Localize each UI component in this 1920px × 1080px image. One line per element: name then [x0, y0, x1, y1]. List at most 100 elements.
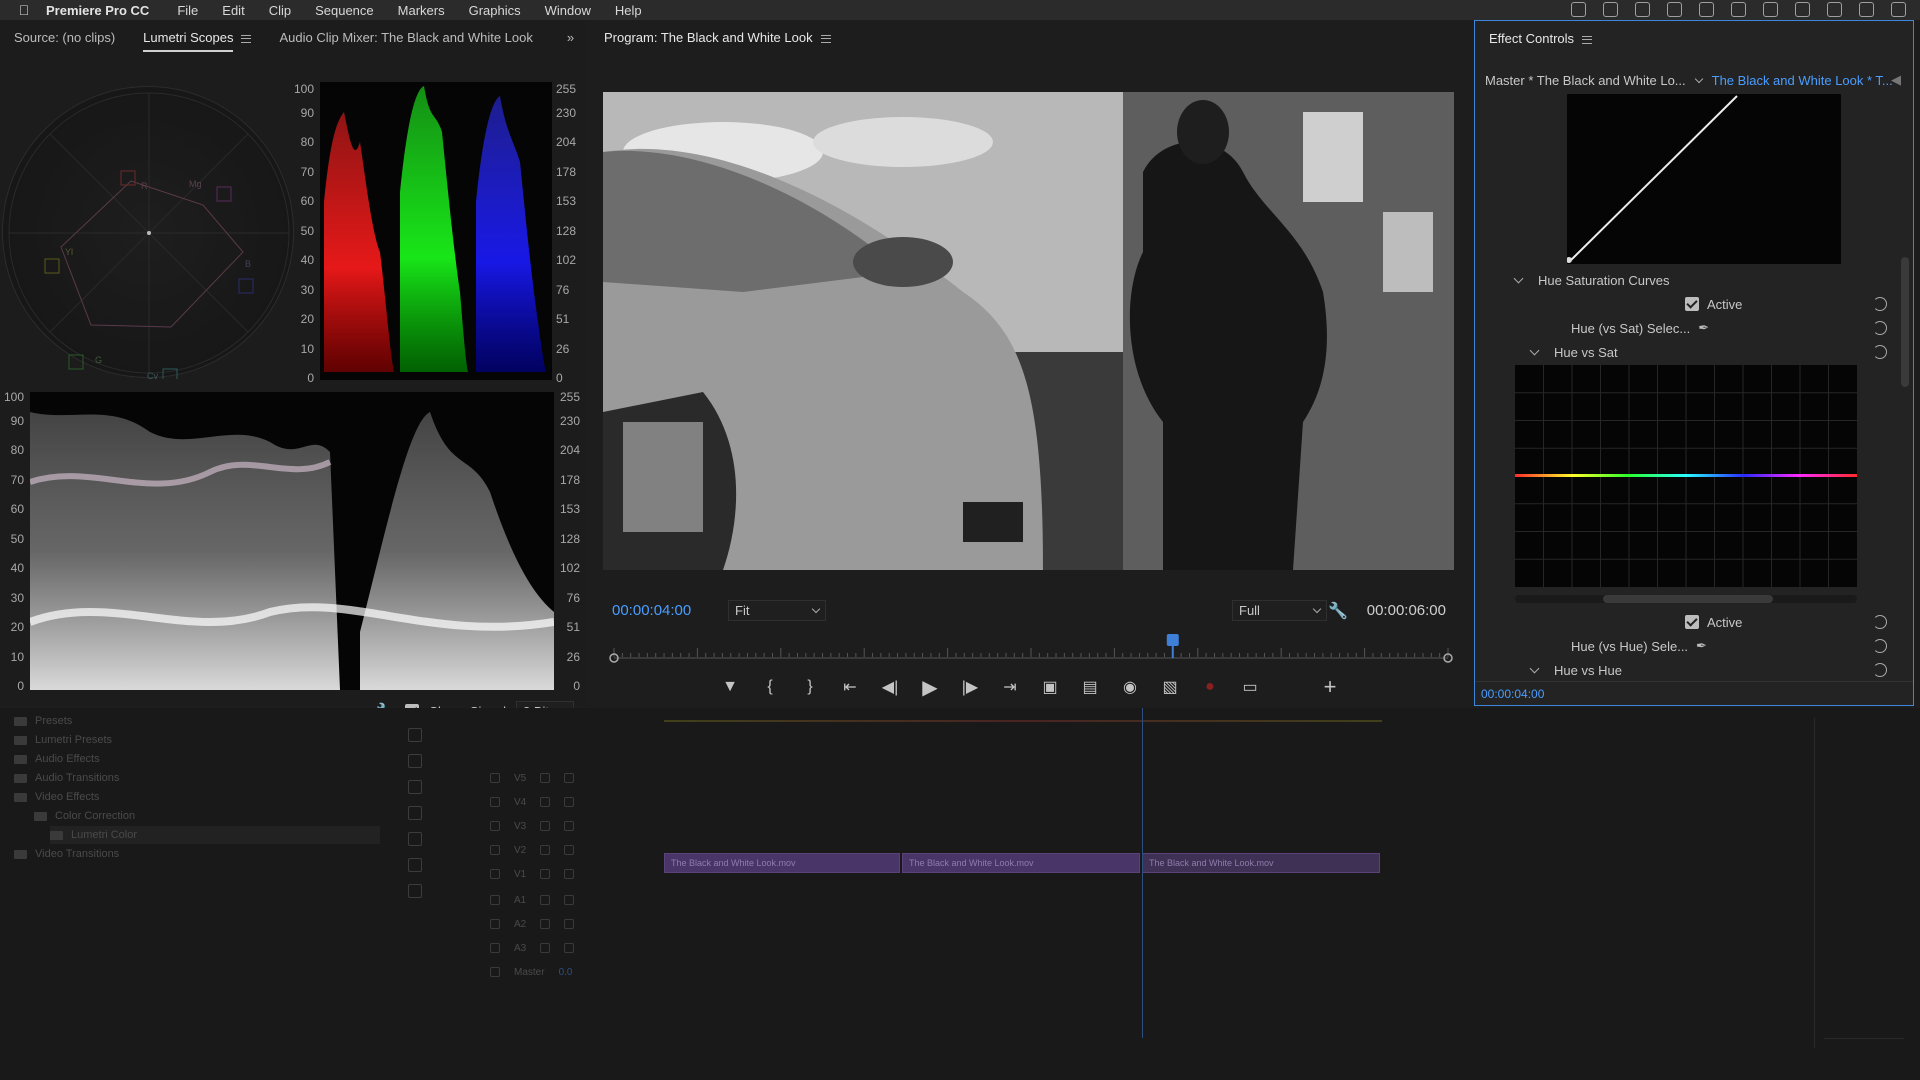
cloud-icon[interactable]	[1699, 2, 1714, 17]
lock-icon[interactable]	[490, 895, 500, 905]
eyedropper-icon[interactable]: ✒	[1696, 638, 1707, 654]
play-icon[interactable]: ▶	[910, 672, 950, 702]
reset-icon[interactable]	[1873, 639, 1887, 653]
track-header[interactable]: V3	[440, 816, 660, 836]
playhead-marker[interactable]	[1166, 634, 1179, 658]
chevron-down-icon[interactable]	[1694, 74, 1703, 83]
reset-icon[interactable]	[1873, 345, 1887, 359]
eye-icon[interactable]	[564, 797, 575, 807]
current-timecode[interactable]: 00:00:04:00	[612, 602, 691, 619]
sync-icon[interactable]	[540, 797, 551, 807]
eye-icon[interactable]	[564, 845, 575, 855]
reset-icon[interactable]	[1873, 321, 1887, 335]
step-forward-icon[interactable]: |▶	[950, 672, 990, 702]
active-checkbox-1[interactable]	[1685, 297, 1699, 311]
airplay-icon[interactable]	[1795, 2, 1810, 17]
list-item[interactable]: Video Effects	[14, 788, 99, 806]
track-header[interactable]: V1	[440, 864, 660, 884]
clip-label[interactable]: The Black and White Look * T...	[1712, 73, 1893, 88]
panel-menu-icon[interactable]	[820, 34, 831, 43]
eye-icon[interactable]	[564, 869, 575, 879]
wifi-icon[interactable]	[1763, 2, 1778, 17]
creative-cloud-icon[interactable]	[1603, 2, 1618, 17]
slip-icon[interactable]	[408, 806, 422, 820]
list-item[interactable]: Color Correction	[34, 807, 135, 825]
safe-margins-icon[interactable]: ▭	[1230, 672, 1270, 702]
menu-help[interactable]: Help	[615, 3, 642, 18]
add-button-icon[interactable]: +	[1310, 672, 1350, 702]
program-ruler[interactable]	[608, 632, 1454, 668]
collapse-icon[interactable]: ◀	[1891, 72, 1901, 88]
track-select-icon[interactable]	[408, 728, 422, 742]
lock-icon[interactable]	[490, 919, 500, 929]
mute-icon[interactable]	[540, 943, 551, 953]
record-icon[interactable]: ●	[1190, 672, 1230, 702]
mute-icon[interactable]	[540, 919, 551, 929]
timeline-playhead[interactable]	[1142, 708, 1143, 1038]
tab-program[interactable]: Program: The Black and White Look	[590, 20, 845, 56]
hue-vs-sat-row[interactable]: Hue vs Sat	[1475, 341, 1913, 363]
list-item[interactable]: Lumetri Presets	[14, 731, 112, 749]
camera-icon[interactable]: ◉	[1110, 672, 1150, 702]
chevron-down-icon[interactable]	[1513, 273, 1524, 283]
apple-icon[interactable]: 	[16, 2, 32, 18]
microphone-icon[interactable]	[564, 943, 575, 953]
notifications-icon[interactable]	[1891, 2, 1906, 17]
microphone-icon[interactable]	[564, 895, 575, 905]
type-icon[interactable]	[408, 884, 422, 898]
menu-clip[interactable]: Clip	[269, 3, 291, 18]
lift-icon[interactable]: ▣	[1030, 672, 1070, 702]
menu-window[interactable]: Window	[545, 3, 591, 18]
lock-icon[interactable]	[490, 943, 500, 953]
pen-icon[interactable]	[408, 832, 422, 846]
volume-icon[interactable]	[1827, 2, 1842, 17]
zoom-dropdown[interactable]: Fit	[728, 600, 827, 621]
microphone-icon[interactable]	[564, 919, 575, 929]
timeline-clip-1[interactable]: The Black and White Look.mov	[664, 853, 900, 873]
tab-lumetri-scopes[interactable]: Lumetri Scopes	[129, 20, 265, 56]
sync-icon[interactable]	[540, 773, 551, 783]
reset-icon[interactable]	[1873, 297, 1887, 311]
comparison-view-icon[interactable]: ▧	[1150, 672, 1190, 702]
lock-icon[interactable]	[490, 821, 500, 831]
hue-vs-sat-graph[interactable]	[1515, 365, 1857, 587]
quality-dropdown[interactable]: Full	[1232, 600, 1327, 621]
extract-icon[interactable]: ▤	[1070, 672, 1110, 702]
active-checkbox-2[interactable]	[1685, 615, 1699, 629]
reset-icon[interactable]	[1873, 663, 1887, 677]
track-header[interactable]: V2	[440, 840, 660, 860]
eyedropper-icon[interactable]: ✒	[1698, 320, 1709, 336]
list-item[interactable]: Presets	[14, 712, 72, 730]
menu-sequence[interactable]: Sequence	[315, 3, 374, 18]
hue-saturation-curves-section[interactable]: Hue Saturation Curves	[1475, 269, 1913, 291]
master-clip-label[interactable]: Master * The Black and White Lo...	[1485, 73, 1686, 88]
eye-icon[interactable]	[564, 821, 575, 831]
timeline-tracks[interactable]: The Black and White Look.mov The Black a…	[664, 708, 1784, 1048]
razor-icon[interactable]	[408, 780, 422, 794]
wrench-icon[interactable]: 🔧	[1328, 601, 1348, 621]
app-name[interactable]: Premiere Pro CC	[46, 3, 149, 18]
spotlight-icon[interactable]	[1859, 2, 1874, 17]
list-item[interactable]: Video Transitions	[14, 845, 119, 863]
program-video-frame[interactable]	[603, 92, 1454, 570]
go-to-out-icon[interactable]: ⇥	[990, 672, 1030, 702]
lock-icon[interactable]	[490, 869, 500, 879]
sync-icon[interactable]	[540, 821, 551, 831]
hand-icon[interactable]	[408, 858, 422, 872]
tab-audio-clip-mixer[interactable]: Audio Clip Mixer: The Black and White Lo…	[265, 20, 546, 56]
panel-scrollbar[interactable]	[1901, 257, 1909, 387]
menu-edit[interactable]: Edit	[222, 3, 244, 18]
list-item[interactable]: Audio Effects	[14, 750, 100, 768]
rgb-curve-graph[interactable]	[1566, 94, 1841, 264]
mute-icon[interactable]	[540, 895, 551, 905]
timeline-clip-2[interactable]: The Black and White Look.mov	[902, 853, 1140, 873]
sync-icon[interactable]	[540, 869, 551, 879]
menu-file[interactable]: File	[177, 3, 198, 18]
reset-icon[interactable]	[1873, 615, 1887, 629]
list-item[interactable]: Audio Transitions	[14, 769, 119, 787]
screen-icon[interactable]	[1571, 2, 1586, 17]
scrollbar-thumb[interactable]	[1603, 595, 1773, 603]
menu-markers[interactable]: Markers	[398, 3, 445, 18]
panel-menu-icon[interactable]	[241, 34, 252, 43]
track-header[interactable]: A2	[440, 914, 660, 934]
